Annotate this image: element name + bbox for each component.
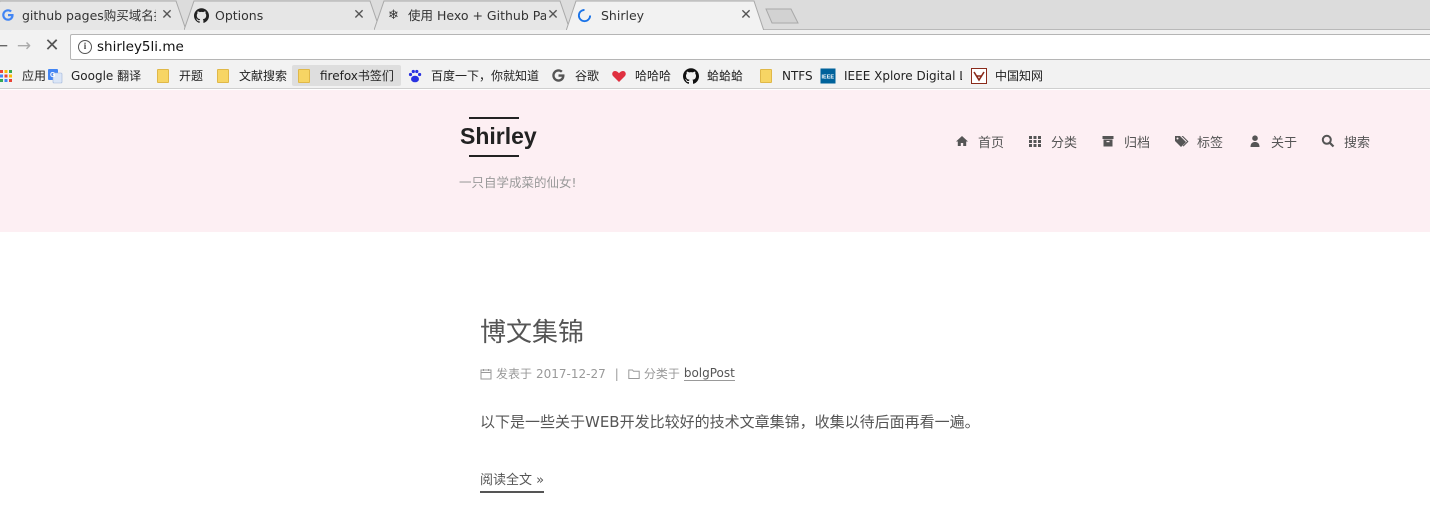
tab-strip: github pages购买域名推 ✕ Options ✕ ❄ 使用 Hexo … [0, 0, 1430, 31]
post-date: 2017-12-27 [536, 366, 606, 381]
bookmark-cnki[interactable]: 中国知网 [967, 65, 1047, 86]
bookmark-label: 哈哈哈 [635, 69, 672, 83]
menu-item-categories[interactable]: 分类 [1028, 131, 1077, 151]
menu-label: 分类 [1051, 135, 1078, 151]
bookmark-label: Google 翻译 [71, 69, 142, 83]
menu-label: 搜索 [1344, 135, 1371, 151]
menu-label: 关于 [1271, 135, 1298, 151]
url-text[interactable]: shirley5li.me [97, 38, 184, 56]
snowflake-icon: ❄ [388, 8, 399, 23]
forward-arrow-icon[interactable]: → [14, 36, 34, 56]
ieee-icon: IEEE [820, 68, 836, 84]
menu-item-archives[interactable]: 归档 [1101, 131, 1150, 151]
close-icon[interactable]: ✕ [739, 7, 753, 23]
user-icon [1248, 134, 1262, 148]
apps-grid-icon [0, 68, 14, 84]
home-icon [955, 134, 969, 148]
menu-label: 首页 [978, 135, 1005, 151]
tags-icon [1174, 134, 1189, 148]
menu-label: 归档 [1124, 135, 1151, 151]
folder-icon [155, 68, 171, 84]
bookmark-hahaha[interactable]: 哈哈哈 [607, 65, 675, 86]
bookmark-folder-ntfs[interactable]: NTFS [754, 65, 817, 86]
bookmark-label: NTFS [782, 68, 813, 83]
bookmark-label: 谷歌 [575, 69, 600, 83]
cnki-icon [971, 67, 987, 84]
bookmarks-bar: 应用 G Google 翻译 开题 文献搜索 firefox书签们 百度一下，你… [0, 63, 1430, 89]
close-icon[interactable]: ✕ [546, 7, 560, 23]
category-label: 分类于 [643, 367, 680, 381]
bookmark-label: 蛤蛤蛤 [707, 69, 744, 83]
site-subtitle: 一只自学成菜的仙女! [459, 175, 577, 190]
tab-options[interactable]: Options ✕ [184, 0, 380, 30]
svg-text:G: G [50, 72, 56, 79]
bookmark-folder-kaiti[interactable]: 开题 [151, 65, 207, 86]
back-arrow-icon[interactable]: ← [0, 36, 11, 56]
menu-item-home[interactable]: 首页 [955, 131, 1004, 151]
browser-toolbar: ← → ✕ i shirley5li.me [0, 30, 1430, 63]
bookmark-guge[interactable]: 谷歌 [547, 65, 603, 86]
tab-title: github pages购买域名推 [22, 8, 156, 23]
bookmark-google-translate[interactable]: G Google 翻译 [43, 65, 145, 86]
svg-text:IEEE: IEEE [822, 74, 835, 80]
github-icon [194, 8, 209, 23]
bookmark-label: 中国知网 [995, 69, 1044, 83]
post-title[interactable]: 博文集锦 [480, 312, 584, 349]
read-more-button[interactable]: 阅读全文 » [480, 469, 545, 493]
grid-icon [1028, 134, 1042, 148]
menu-label: 标签 [1197, 135, 1224, 151]
google-translate-icon: G [47, 68, 63, 84]
tab-hexo[interactable]: ❄ 使用 Hexo + Github Pa ✕ [374, 0, 570, 30]
meta-separator: | [614, 366, 619, 381]
menu-item-tags[interactable]: 标签 [1174, 131, 1223, 151]
tab-title: Shirley [601, 8, 645, 23]
bookmark-ieee[interactable]: IEEE IEEE Xplore Digital L [816, 65, 962, 86]
archive-icon [1101, 134, 1115, 148]
stop-loading-icon[interactable]: ✕ [42, 36, 62, 56]
github-icon [683, 67, 699, 84]
folder-outline-icon [628, 368, 640, 380]
bookmark-hama[interactable]: 蛤蛤蛤 [679, 65, 747, 86]
site-title[interactable]: Shirley [460, 123, 537, 150]
loading-spinner-icon [577, 8, 592, 23]
folder-icon [758, 68, 774, 84]
google-g-icon [551, 68, 567, 84]
bookmark-folder-firefox[interactable]: firefox书签们 [292, 65, 401, 86]
calendar-icon [480, 368, 492, 380]
info-icon[interactable]: i [78, 40, 92, 54]
tab-title: Options [215, 8, 264, 23]
close-icon[interactable]: ✕ [160, 7, 174, 23]
folder-icon [296, 68, 312, 84]
menu-item-search[interactable]: 搜索 [1321, 131, 1370, 151]
new-tab-button[interactable] [764, 8, 800, 24]
bookmark-label: 文献搜索 [239, 69, 288, 83]
search-icon [1321, 134, 1335, 148]
address-bar[interactable]: i shirley5li.me [70, 34, 1430, 60]
bookmark-folder-wenxian[interactable]: 文献搜索 [211, 65, 291, 86]
bookmark-label: firefox书签们 [320, 69, 394, 83]
bookmark-label: 开题 [179, 69, 204, 83]
folder-icon [215, 68, 231, 84]
tab-github-pages[interactable]: github pages购买域名推 ✕ [0, 0, 186, 30]
bookmark-baidu[interactable]: 百度一下，你就知道 [403, 65, 543, 86]
tab-shirley-active[interactable]: Shirley ✕ [566, 0, 764, 31]
post-excerpt: 以下是一些关于WEB开发比较好的技术文章集锦，收集以待后面再看一遍。 [480, 413, 980, 431]
heart-icon [611, 68, 627, 84]
site-header: Shirley 一只自学成菜的仙女! 首页 分类 归档 标签 关于 搜索 [0, 90, 1430, 232]
google-g-icon [0, 8, 15, 23]
category-link[interactable]: bolgPost [683, 366, 735, 381]
close-icon[interactable]: ✕ [352, 7, 366, 23]
tab-title: 使用 Hexo + Github Pa [408, 8, 546, 23]
published-label: 发表于 [496, 367, 533, 381]
bookmark-label: 百度一下，你就知道 [431, 69, 540, 83]
bookmark-label: IEEE Xplore Digital L [844, 68, 962, 83]
post-meta: 发表于 2017-12-27 | 分类于 bolgPost [480, 365, 735, 382]
menu-item-about[interactable]: 关于 [1248, 131, 1297, 151]
brand-top-rule [469, 117, 519, 119]
brand-bottom-rule [469, 155, 519, 157]
baidu-paw-icon [407, 68, 423, 84]
